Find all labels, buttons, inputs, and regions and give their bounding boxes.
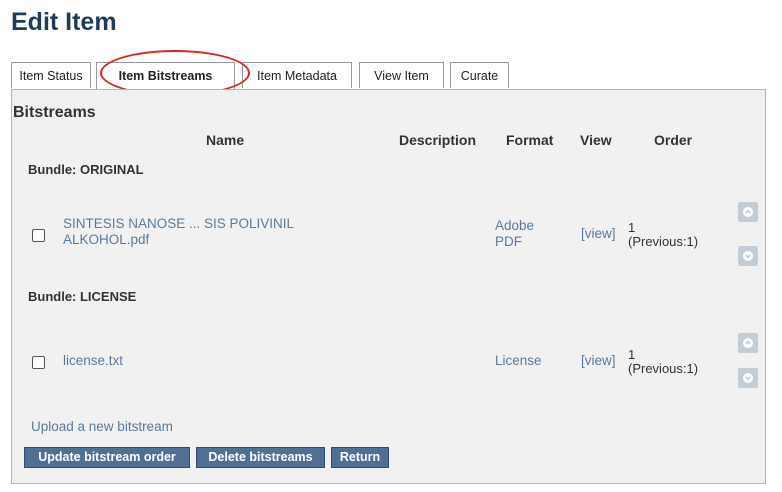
update-bitstream-order-button[interactable]: Update bitstream order <box>24 447 190 468</box>
page-title: Edit Item <box>11 8 117 36</box>
bundle-label-original: Bundle: ORIGINAL <box>28 162 144 177</box>
bitstream-checkbox[interactable] <box>32 229 45 242</box>
tab-item-metadata[interactable]: Item Metadata <box>242 62 352 88</box>
bitstream-view-link[interactable]: [view] <box>581 226 616 241</box>
bundle-label-license: Bundle: LICENSE <box>28 289 137 304</box>
column-header-description: Description <box>399 132 477 148</box>
bitstream-checkbox[interactable] <box>32 356 45 369</box>
column-header-order: Order <box>654 132 693 148</box>
delete-bitstreams-button[interactable]: Delete bitstreams <box>196 447 325 468</box>
return-button[interactable]: Return <box>331 447 389 468</box>
chevron-up-icon <box>743 338 753 348</box>
chevron-down-icon <box>743 373 753 383</box>
tab-item-status[interactable]: Item Status <box>11 62 91 88</box>
bitstream-format-link[interactable]: Adobe PDF <box>495 218 534 250</box>
bitstream-order: 1 (Previous:1) <box>628 220 699 249</box>
column-header-view: View <box>580 132 612 148</box>
bitstream-order: 1 (Previous:1) <box>628 347 699 376</box>
upload-bitstream-link[interactable]: Upload a new bitstream <box>31 419 173 434</box>
tab-item-bitstreams[interactable]: Item Bitstreams <box>96 62 235 90</box>
column-header-name: Name <box>206 132 245 148</box>
bitstream-view-link[interactable]: [view] <box>581 353 616 368</box>
move-up-button[interactable] <box>738 202 758 222</box>
move-up-button[interactable] <box>738 333 758 353</box>
bitstream-name-link[interactable]: license.txt <box>63 353 123 369</box>
tab-view-item[interactable]: View Item <box>359 62 444 88</box>
bitstream-format-link[interactable]: License <box>495 353 542 369</box>
tab-curate[interactable]: Curate <box>450 62 509 88</box>
move-down-button[interactable] <box>738 368 758 388</box>
chevron-down-icon <box>743 251 753 261</box>
bitstream-name-link[interactable]: SINTESIS NANOSE ... SIS POLIVINIL ALKOHO… <box>63 216 294 248</box>
chevron-up-icon <box>743 207 753 217</box>
move-down-button[interactable] <box>738 246 758 266</box>
panel-heading: Bitstreams <box>13 104 96 121</box>
column-header-format: Format <box>506 132 554 148</box>
